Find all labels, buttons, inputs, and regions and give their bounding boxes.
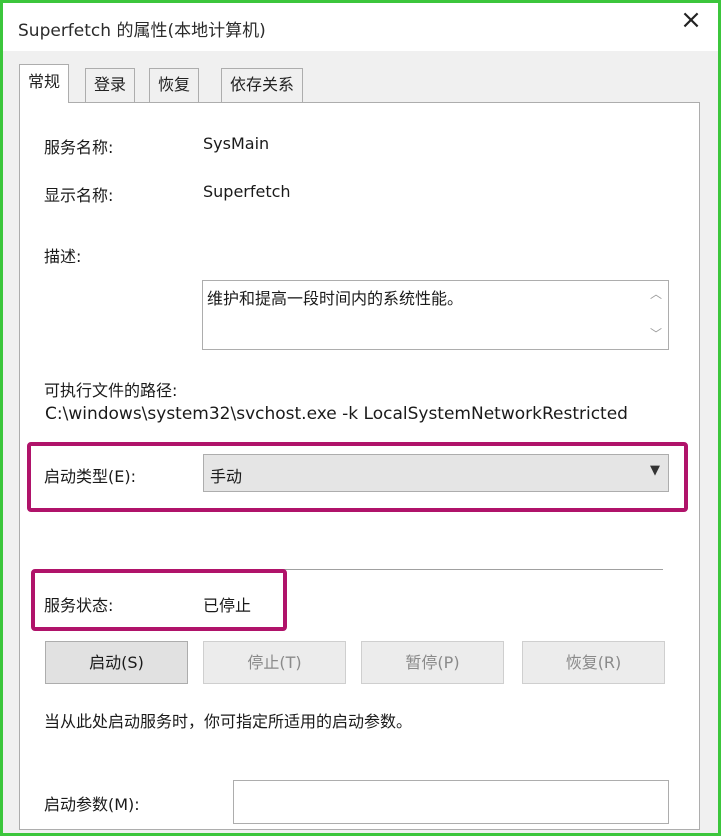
service-properties-dialog: Superfetch 的属性(本地计算机) × 登录 恢复 依存关系 常规 服务… [0, 0, 721, 836]
pause-button[interactable]: 暂停(P) [361, 641, 504, 684]
scroll-down-icon[interactable]: ﹀ [650, 325, 662, 342]
display-name-label: 显示名称: [44, 186, 114, 205]
chevron-down-icon: ▼ [650, 463, 660, 478]
service-status-label: 服务状态: [44, 596, 114, 615]
exe-path-value: C:\windows\system32\svchost.exe -k Local… [45, 404, 628, 424]
title-bar[interactable]: Superfetch 的属性(本地计算机) × [3, 3, 718, 51]
service-status-value: 已停止 [203, 596, 252, 615]
description-text: 维护和提高一段时间内的系统性能。 [207, 289, 464, 308]
display-name-value: Superfetch [203, 182, 291, 201]
stop-button[interactable]: 停止(T) [203, 641, 346, 684]
tab-dependencies[interactable]: 依存关系 [221, 68, 304, 102]
general-tab-panel: 服务名称: SysMain 显示名称: Superfetch 描述: 维护和提高… [19, 102, 700, 830]
start-button[interactable]: 启动(S) [45, 641, 188, 684]
scroll-up-icon[interactable]: ︿ [650, 285, 662, 302]
tab-general[interactable]: 常规 [19, 64, 70, 103]
startup-type-label: 启动类型(E): [44, 467, 136, 486]
service-name-label: 服务名称: [44, 138, 114, 157]
description-textbox[interactable]: 维护和提高一段时间内的系统性能。 ︿ ﹀ [202, 280, 669, 350]
description-label: 描述: [44, 247, 82, 266]
service-name-value: SysMain [203, 134, 270, 153]
description-scrollbar[interactable]: ︿ ﹀ [644, 281, 668, 349]
start-params-label: 启动参数(M): [44, 795, 140, 814]
startup-type-value: 手动 [210, 467, 243, 486]
resume-button[interactable]: 恢复(R) [522, 641, 665, 684]
tab-login[interactable]: 登录 [85, 68, 136, 102]
start-params-hint: 当从此处启动服务时，你可指定所适用的启动参数。 [44, 712, 413, 731]
tab-recovery[interactable]: 恢复 [149, 68, 200, 102]
start-params-input[interactable] [233, 780, 669, 824]
dialog-body: 登录 恢复 依存关系 常规 服务名称: SysMain 显示名称: Superf… [3, 51, 718, 833]
startup-type-select[interactable]: 手动 ▼ [203, 454, 669, 492]
window-title: Superfetch 的属性(本地计算机) [18, 21, 266, 41]
exe-path-label: 可执行文件的路径: [44, 381, 178, 400]
close-icon[interactable]: × [671, 5, 711, 39]
